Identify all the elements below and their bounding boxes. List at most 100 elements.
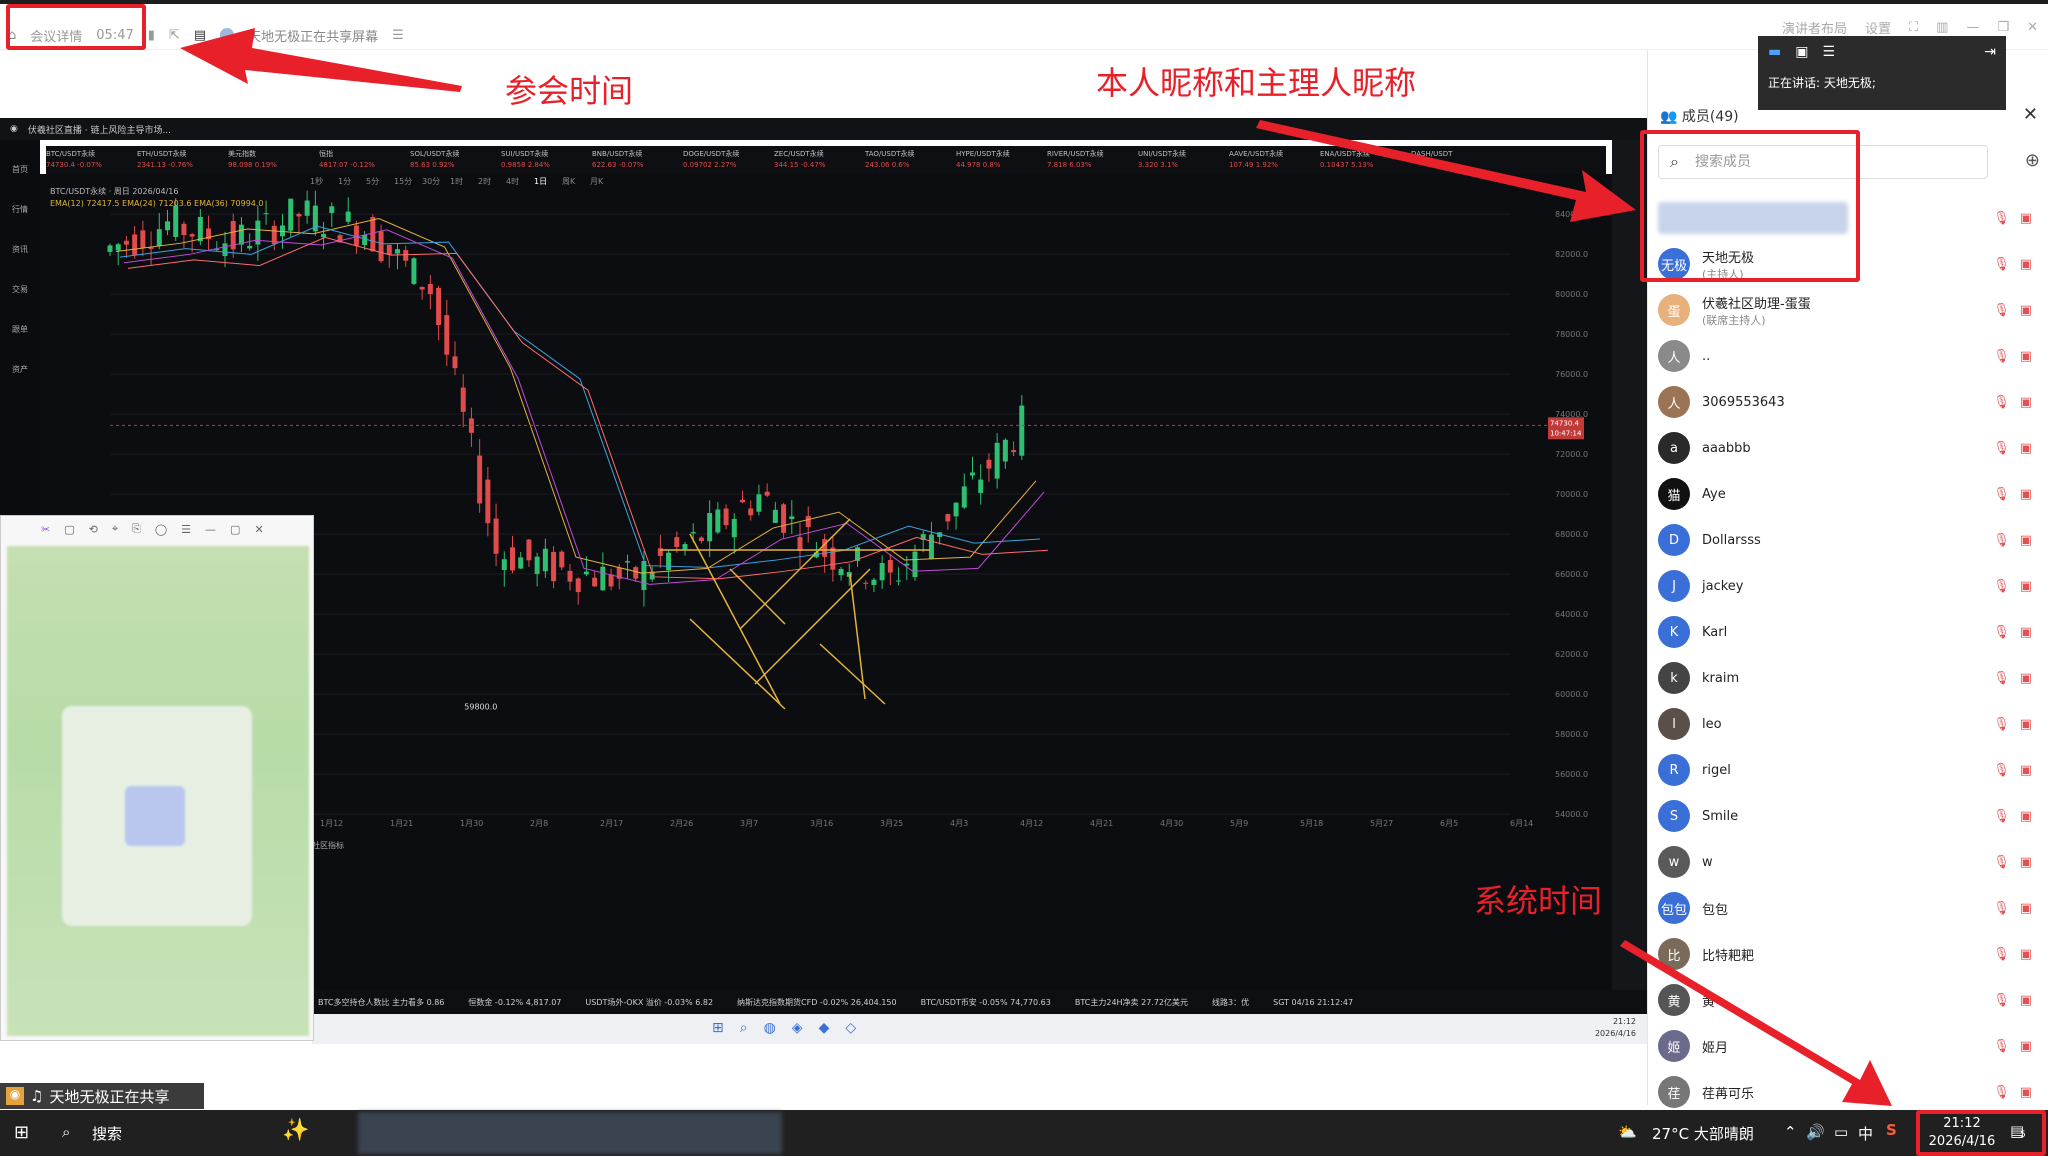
ticker-item[interactable]: TAO/USDT永续 243.06 0.6%	[865, 146, 950, 174]
camera-off-icon[interactable]: ▣	[2020, 1085, 2032, 1100]
member-row[interactable]: 人.. 🎙 ▣	[1658, 334, 2038, 378]
minimize-icon[interactable]: —	[205, 523, 216, 536]
timeframe-button[interactable]: 1秒	[310, 176, 323, 186]
camera-off-icon[interactable]: ▣	[2020, 395, 2032, 410]
member-row[interactable]: 猫 Aye 🎙 ▣	[1658, 472, 2038, 516]
ticker-item[interactable]: DOGE/USDT永续 0.09702 2.27%	[683, 146, 768, 174]
member-row[interactable]: K Karl 🎙 ▣	[1658, 610, 2038, 654]
member-row[interactable]: Rrigel 🎙 ▣	[1658, 748, 2038, 792]
terminal-side-tab[interactable]: 行情	[0, 180, 40, 220]
settings-button[interactable]: 设置	[1865, 18, 1891, 37]
battery-icon[interactable]: ▭	[1834, 1123, 1848, 1141]
mic-muted-icon[interactable]: 🎙	[1993, 257, 2010, 272]
mic-muted-icon[interactable]: 🎙	[1993, 441, 2010, 456]
mic-muted-icon[interactable]: 🎙	[1993, 947, 2010, 962]
camera-off-icon[interactable]: ▣	[2020, 993, 2032, 1008]
mic-muted-icon[interactable]: 🎙	[1993, 349, 2010, 364]
ticker-item[interactable]: HYPE/USDT永续 44.978 0.8%	[956, 146, 1041, 174]
invite-icon[interactable]: ⊕	[2025, 150, 2040, 171]
mic-muted-icon[interactable]: 🎙	[1993, 1039, 2010, 1054]
member-row[interactable]: Jjackey 🎙 ▣	[1658, 564, 2038, 608]
camera-off-icon[interactable]: ▣	[2020, 349, 2032, 364]
restore-icon[interactable]: ❐	[1997, 20, 2009, 35]
search-icon[interactable]: ⌕	[62, 1123, 70, 1141]
mic-muted-icon[interactable]: 🎙	[1993, 1085, 2010, 1100]
ticker-item[interactable]: UNI/USDT永续 3.320 3.1%	[1138, 146, 1223, 174]
timeframe-button[interactable]: 5分	[366, 177, 379, 186]
terminal-side-tab[interactable]: 跟单	[0, 300, 40, 340]
terminal-side-tab[interactable]: 交易	[0, 260, 40, 300]
camera-off-icon[interactable]: ▣	[2020, 533, 2032, 548]
chevron-up-icon[interactable]: ⌃	[1784, 1123, 1797, 1141]
mic-muted-icon[interactable]: 🎙	[1993, 901, 2010, 916]
mic-muted-icon[interactable]: 🎙	[1993, 533, 2010, 548]
camera-off-icon[interactable]: ▣	[2020, 257, 2032, 272]
sparkle-icon[interactable]: ✨	[282, 1118, 309, 1143]
camera-off-icon[interactable]: ▣	[2020, 579, 2032, 594]
member-row[interactable]: 黄黄 🎙 ▣	[1658, 978, 2038, 1022]
member-row[interactable]: k kraim 🎙 ▣	[1658, 656, 2038, 700]
member-row[interactable]: l leo 🎙 ▣	[1658, 702, 2038, 746]
ticker-item[interactable]: 恒指 4817.07 -0.12%	[319, 146, 404, 174]
mic-muted-icon[interactable]: 🎙	[1993, 211, 2010, 226]
volume-icon[interactable]: 🔊	[1806, 1123, 1825, 1141]
fullscreen-icon[interactable]: ⛶	[1909, 20, 1918, 35]
ticker-item[interactable]: DASH/USDT	[1411, 146, 1496, 174]
tool-icon[interactable]: ✂	[41, 523, 50, 536]
ticker-item[interactable]: SOL/USDT永续 85.63 0.92%	[410, 146, 495, 174]
close-panel-icon[interactable]: ✕	[2023, 104, 2038, 125]
ticker-item[interactable]: ENA/USDT永续 0.10437 5.13%	[1320, 146, 1405, 174]
timeframe-button[interactable]: 30分	[422, 177, 440, 186]
member-row[interactable]: 人 3069553643 🎙 ▣	[1658, 380, 2038, 424]
camera-off-icon[interactable]: ▣	[2020, 717, 2032, 732]
timeframe-button[interactable]: 周K	[562, 177, 576, 186]
floating-qr-window[interactable]: ✂ ▢ ⟲ ⌖ ⎘ ◯ ☰ — ▢ ✕	[0, 515, 314, 1041]
camera-off-icon[interactable]: ▣	[2020, 855, 2032, 870]
mic-muted-icon[interactable]: 🎙	[1993, 855, 2010, 870]
camera-off-icon[interactable]: ▣	[2020, 303, 2032, 318]
minimize-icon[interactable]: —	[1966, 20, 1979, 35]
ticker-item[interactable]: SUI/USDT永续 0.9858 2.84%	[501, 146, 586, 174]
ime-indicator[interactable]: 中	[1858, 1123, 1873, 1144]
timeframe-button[interactable]: 月K	[590, 177, 604, 186]
indicator-tab[interactable]: 社区指标	[312, 840, 344, 850]
terminal-side-tab[interactable]: 首页	[0, 140, 40, 180]
timeframe-button[interactable]: 1日	[534, 177, 547, 186]
member-row[interactable]: a aaabbb 🎙 ▣	[1658, 426, 2038, 470]
terminal-side-tab[interactable]: 资讯	[0, 220, 40, 260]
sogou-icon[interactable]: S	[1886, 1121, 1897, 1139]
member-row[interactable]: 比比特耙耙 🎙 ▣	[1658, 932, 2038, 976]
camera-off-icon[interactable]: ▣	[2020, 625, 2032, 640]
member-row[interactable]: 姬姬月 🎙 ▣	[1658, 1024, 2038, 1068]
weather-text[interactable]: 27°C 大部晴朗	[1652, 1123, 1754, 1144]
mic-muted-icon[interactable]: 🎙	[1993, 809, 2010, 824]
camera-off-icon[interactable]: ▣	[2020, 211, 2032, 226]
member-row[interactable]: S Smile 🎙 ▣	[1658, 794, 2038, 838]
member-row[interactable]: D Dollarsss 🎙 ▣	[1658, 518, 2038, 562]
mic-muted-icon[interactable]: 🎙	[1993, 625, 2010, 640]
camera-off-icon[interactable]: ▣	[2020, 809, 2032, 824]
mic-muted-icon[interactable]: 🎙	[1993, 303, 2010, 318]
ticker-item[interactable]: ETH/USDT永续 2341.13 -0.76%	[137, 146, 222, 174]
copy-icon[interactable]: ⎘	[132, 522, 141, 536]
taskbar-search[interactable]: 搜索	[92, 1123, 122, 1144]
list-icon[interactable]: ☰	[1822, 44, 1835, 60]
member-row[interactable]: 蛋伏羲社区助理-蛋蛋 (联席主持人) 🎙 ▣	[1658, 288, 2038, 332]
window-icon[interactable]: ▣	[1795, 44, 1808, 60]
close-icon[interactable]: ✕	[254, 523, 263, 536]
camera-off-icon[interactable]: ▣	[2020, 1039, 2032, 1054]
restore-icon[interactable]: ▢	[230, 523, 240, 536]
user-icon[interactable]: ◯	[155, 523, 167, 536]
minimize-icon[interactable]: ▬	[1768, 44, 1781, 60]
ticker-item[interactable]: BNB/USDT永续 622.63 -0.07%	[592, 146, 677, 174]
tool-icon[interactable]: ▢	[64, 523, 74, 536]
member-row[interactable]: 包包 包包 🎙 ▣	[1658, 886, 2038, 930]
sidebar-toggle-icon[interactable]: ▥	[1936, 20, 1948, 35]
menu-icon[interactable]: ☰	[181, 523, 191, 536]
camera-off-icon[interactable]: ▣	[2020, 487, 2032, 502]
ticker-item[interactable]: BTC/USDT永续 74730.4 -0.07%	[46, 146, 131, 174]
camera-off-icon[interactable]: ▣	[2020, 441, 2032, 456]
mic-muted-icon[interactable]: 🎙	[1993, 671, 2010, 686]
timeframe-button[interactable]: 4时	[506, 176, 519, 186]
mic-muted-icon[interactable]: 🎙	[1993, 487, 2010, 502]
